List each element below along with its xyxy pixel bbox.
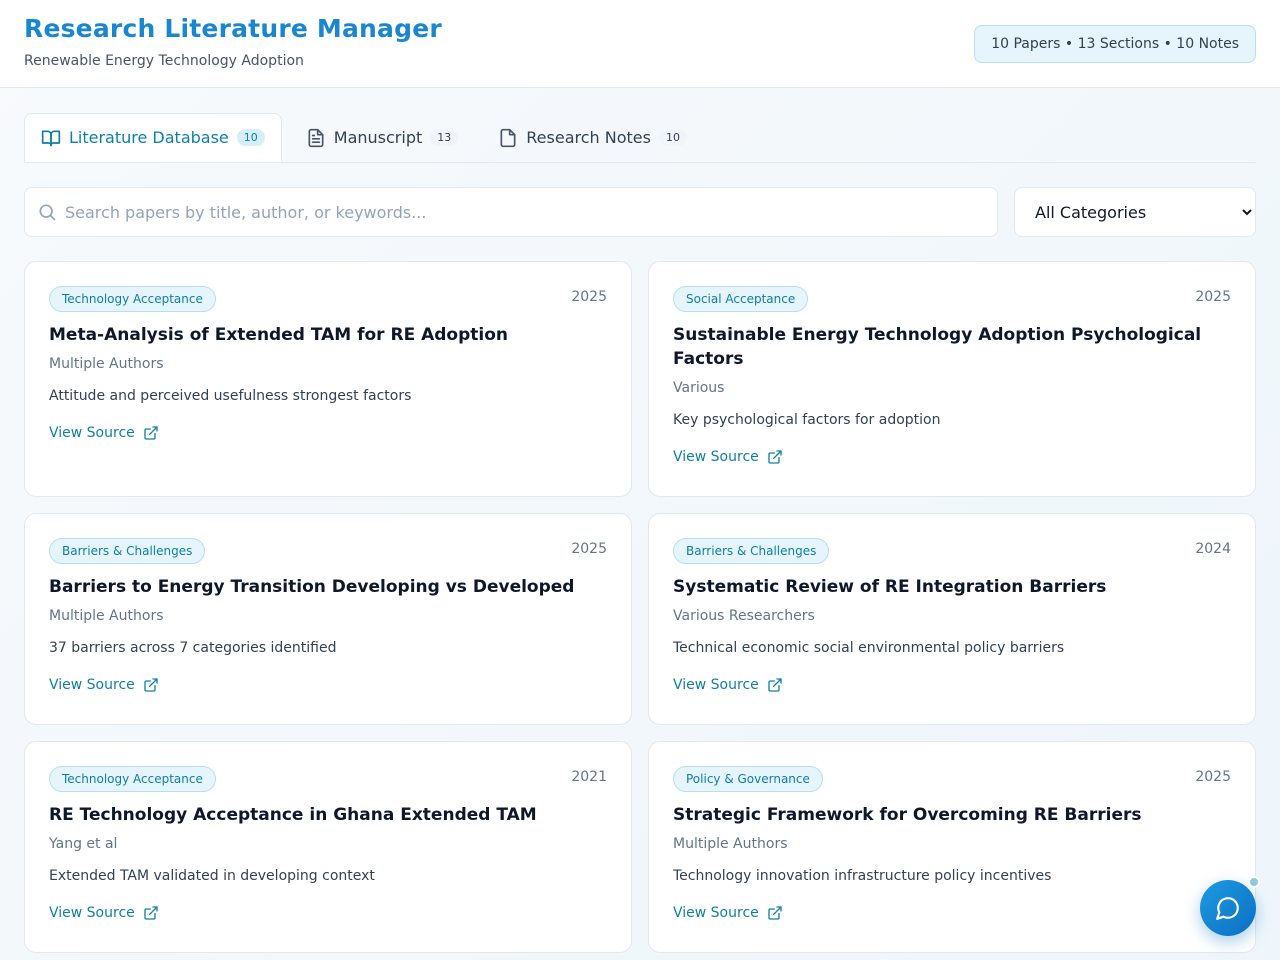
stats-badge: 10 Papers • 13 Sections • 10 Notes xyxy=(974,25,1256,63)
app-header: Research Literature Manager Renewable En… xyxy=(0,0,1280,88)
file-icon xyxy=(500,128,516,147)
view-source-link[interactable]: View Source xyxy=(49,423,159,443)
chat-button[interactable] xyxy=(1200,880,1256,936)
paper-year: 2025 xyxy=(1195,289,1231,305)
view-source-link[interactable]: View Source xyxy=(49,675,159,695)
category-badge: Social Acceptance xyxy=(673,286,809,312)
view-source-label: View Source xyxy=(673,449,759,465)
paper-card: Policy & Governance 2025 Strategic Frame… xyxy=(648,741,1256,953)
category-filter-select[interactable]: All Categories xyxy=(1014,187,1256,237)
paper-summary: Key psychological factors for adoption xyxy=(673,412,941,428)
paper-authors: Various Researchers xyxy=(673,608,815,624)
paper-card: Technology Acceptance 2025 Meta-Analysis… xyxy=(24,261,632,497)
paper-year: 2025 xyxy=(1195,769,1231,785)
paper-authors: Various xyxy=(673,380,725,396)
category-badge: Barriers & Challenges xyxy=(673,538,830,564)
notification-dot xyxy=(1248,876,1260,888)
category-badge: Barriers & Challenges xyxy=(49,538,206,564)
view-source-label: View Source xyxy=(49,905,135,921)
paper-year: 2025 xyxy=(571,289,607,305)
paper-authors: Multiple Authors xyxy=(49,608,164,624)
paper-authors: Multiple Authors xyxy=(49,356,164,372)
paper-year: 2025 xyxy=(571,541,607,557)
external-link-icon xyxy=(768,906,782,920)
view-source-label: View Source xyxy=(49,677,135,693)
paper-summary: Technical economic social environmental … xyxy=(673,640,1065,656)
paper-card: Technology Acceptance 2021 RE Technology… xyxy=(24,741,632,953)
paper-summary: Technology innovation infrastructure pol… xyxy=(673,868,1052,884)
paper-title: Meta-Analysis of Extended TAM for RE Ado… xyxy=(49,325,509,345)
view-source-link[interactable]: View Source xyxy=(673,675,783,695)
paper-card: Barriers & Challenges 2025 Barriers to E… xyxy=(24,513,632,725)
tab-research-notes[interactable]: Research Notes 10 xyxy=(482,113,703,162)
paper-summary: Extended TAM validated in developing con… xyxy=(49,868,375,884)
paper-year: 2024 xyxy=(1195,541,1231,557)
search-input[interactable] xyxy=(65,188,997,236)
view-source-label: View Source xyxy=(673,677,759,693)
tab-manuscript[interactable]: Manuscript 13 xyxy=(290,113,474,162)
external-link-icon xyxy=(768,450,782,464)
paper-card: Barriers & Challenges 2024 Systematic Re… xyxy=(648,513,1256,725)
book-open-icon xyxy=(41,130,61,146)
paper-card: Social Acceptance 2025 Sustainable Energ… xyxy=(648,261,1256,497)
paper-title: RE Technology Acceptance in Ghana Extend… xyxy=(49,805,537,825)
paper-summary: 37 barriers across 7 categories identifi… xyxy=(49,640,337,656)
external-link-icon xyxy=(144,906,158,920)
tab-label: Manuscript xyxy=(333,128,423,147)
search-icon xyxy=(39,204,56,221)
paper-title: Sustainable Energy Technology Adoption P… xyxy=(673,325,1202,369)
view-source-label: View Source xyxy=(673,905,759,921)
category-badge: Policy & Governance xyxy=(673,766,823,792)
tab-literature-database[interactable]: Literature Database 10 xyxy=(24,113,282,162)
tab-count-badge: 10 xyxy=(236,129,265,146)
paper-title: Strategic Framework for Overcoming RE Ba… xyxy=(673,805,1142,825)
paper-title: Systematic Review of RE Integration Barr… xyxy=(673,577,1107,597)
chat-bubble-icon xyxy=(1216,897,1239,920)
external-link-icon xyxy=(144,678,158,692)
paper-year: 2021 xyxy=(571,769,607,785)
paper-authors: Yang et al xyxy=(49,836,118,852)
tab-count-badge: 10 xyxy=(658,129,687,146)
view-source-link[interactable]: View Source xyxy=(673,447,783,467)
paper-grid: Technology Acceptance 2025 Meta-Analysis… xyxy=(24,261,1256,953)
search-bar xyxy=(24,187,998,237)
category-badge: Technology Acceptance xyxy=(49,286,216,312)
paper-summary: Attitude and perceived usefulness strong… xyxy=(49,388,412,404)
view-source-label: View Source xyxy=(49,425,135,441)
tab-label: Literature Database xyxy=(69,128,229,147)
tab-bar: Literature Database 10 Manuscript 13 Res… xyxy=(24,113,1256,163)
paper-title: Barriers to Energy Transition Developing… xyxy=(49,577,575,597)
view-source-link[interactable]: View Source xyxy=(49,903,159,923)
document-text-icon xyxy=(308,128,324,147)
app-subtitle: Renewable Energy Technology Adoption xyxy=(24,53,304,69)
app-title: Research Literature Manager xyxy=(24,14,442,43)
external-link-icon xyxy=(768,678,782,692)
external-link-icon xyxy=(144,426,158,440)
paper-authors: Multiple Authors xyxy=(673,836,788,852)
view-source-link[interactable]: View Source xyxy=(673,903,783,923)
tab-label: Research Notes xyxy=(526,128,651,147)
tab-count-badge: 13 xyxy=(430,129,459,146)
category-badge: Technology Acceptance xyxy=(49,766,216,792)
